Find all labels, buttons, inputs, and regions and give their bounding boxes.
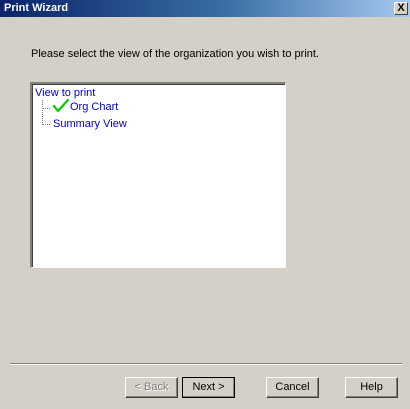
instruction-text: Please select the view of the organizati… (31, 48, 319, 60)
tree-root-label: View to print (35, 87, 96, 99)
help-button[interactable]: Help (345, 377, 398, 398)
cancel-button[interactable]: Cancel (266, 377, 319, 398)
close-icon: X (397, 2, 405, 14)
tree-item-summary-view[interactable]: Summary View (53, 118, 127, 130)
checkmark-icon (53, 99, 69, 113)
next-button[interactable]: Next > (182, 377, 235, 398)
tree-connector (42, 100, 43, 125)
back-button[interactable]: < Back (125, 377, 178, 398)
view-tree[interactable]: View to print Org Chart Summary View (30, 82, 286, 268)
close-button[interactable]: X (394, 2, 408, 15)
tree-item-org-chart[interactable]: Org Chart (70, 101, 118, 113)
tree-connector (42, 124, 50, 125)
tree-connector (42, 108, 50, 109)
window-title: Print Wizard (4, 2, 69, 14)
button-separator (10, 363, 402, 365)
title-bar: Print Wizard X (0, 0, 410, 17)
